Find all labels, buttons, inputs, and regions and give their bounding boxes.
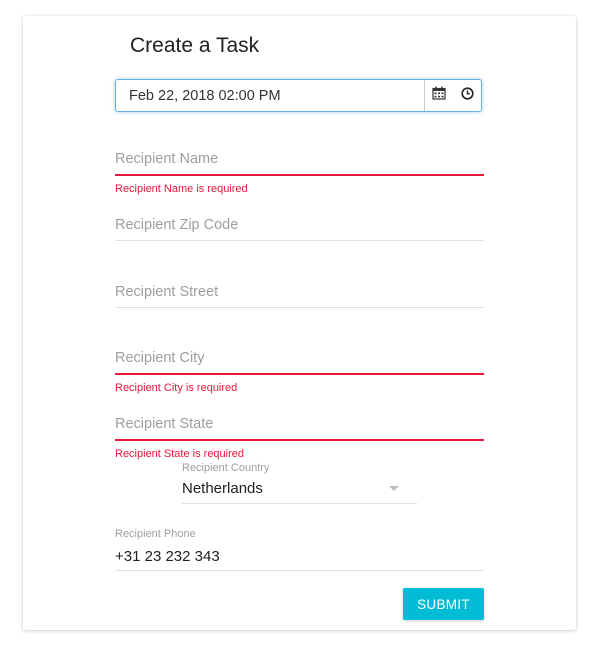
recipient-zip-field xyxy=(115,217,484,241)
recipient-state-input[interactable] xyxy=(115,416,484,439)
recipient-state-field: Recipient State is required xyxy=(115,416,484,460)
recipient-country-underline xyxy=(182,503,417,504)
recipient-name-underline xyxy=(115,174,484,176)
recipient-phone-input[interactable]: +31 23 232 343 xyxy=(115,548,484,570)
recipient-street-field xyxy=(115,284,484,308)
datetime-picker xyxy=(115,79,482,112)
recipient-name-field: Recipient Name is required xyxy=(115,151,484,195)
recipient-phone-underline xyxy=(115,570,484,571)
recipient-country-value: Netherlands xyxy=(182,480,263,497)
recipient-state-error: Recipient State is required xyxy=(115,448,245,460)
recipient-name-error: Recipient Name is required xyxy=(115,183,248,195)
time-button[interactable] xyxy=(453,80,481,111)
recipient-street-underline xyxy=(115,307,484,308)
datetime-input[interactable] xyxy=(116,80,424,111)
recipient-city-underline xyxy=(115,373,484,375)
recipient-zip-underline xyxy=(115,240,484,241)
page-title: Create a Task xyxy=(130,34,260,57)
recipient-zip-input[interactable] xyxy=(115,217,484,240)
submit-button[interactable]: SUBMIT xyxy=(403,588,484,620)
recipient-city-field: Recipient City is required xyxy=(115,350,484,394)
recipient-state-underline xyxy=(115,439,484,441)
recipient-city-error: Recipient City is required xyxy=(115,382,238,394)
calendar-button[interactable] xyxy=(424,80,453,111)
recipient-phone-label: Recipient Phone xyxy=(115,528,196,540)
recipient-phone-field: Recipient Phone +31 23 232 343 xyxy=(115,528,484,571)
chevron-down-icon xyxy=(389,486,399,491)
recipient-country-dropdown[interactable]: Netherlands xyxy=(182,480,417,503)
recipient-street-input[interactable] xyxy=(115,284,484,307)
clock-icon xyxy=(460,86,474,105)
recipient-country-label: Recipient Country xyxy=(182,462,270,474)
recipient-name-input[interactable] xyxy=(115,151,484,174)
recipient-city-input[interactable] xyxy=(115,350,484,373)
recipient-country-select[interactable]: Recipient Country Netherlands xyxy=(182,462,417,504)
calendar-icon xyxy=(432,86,446,105)
